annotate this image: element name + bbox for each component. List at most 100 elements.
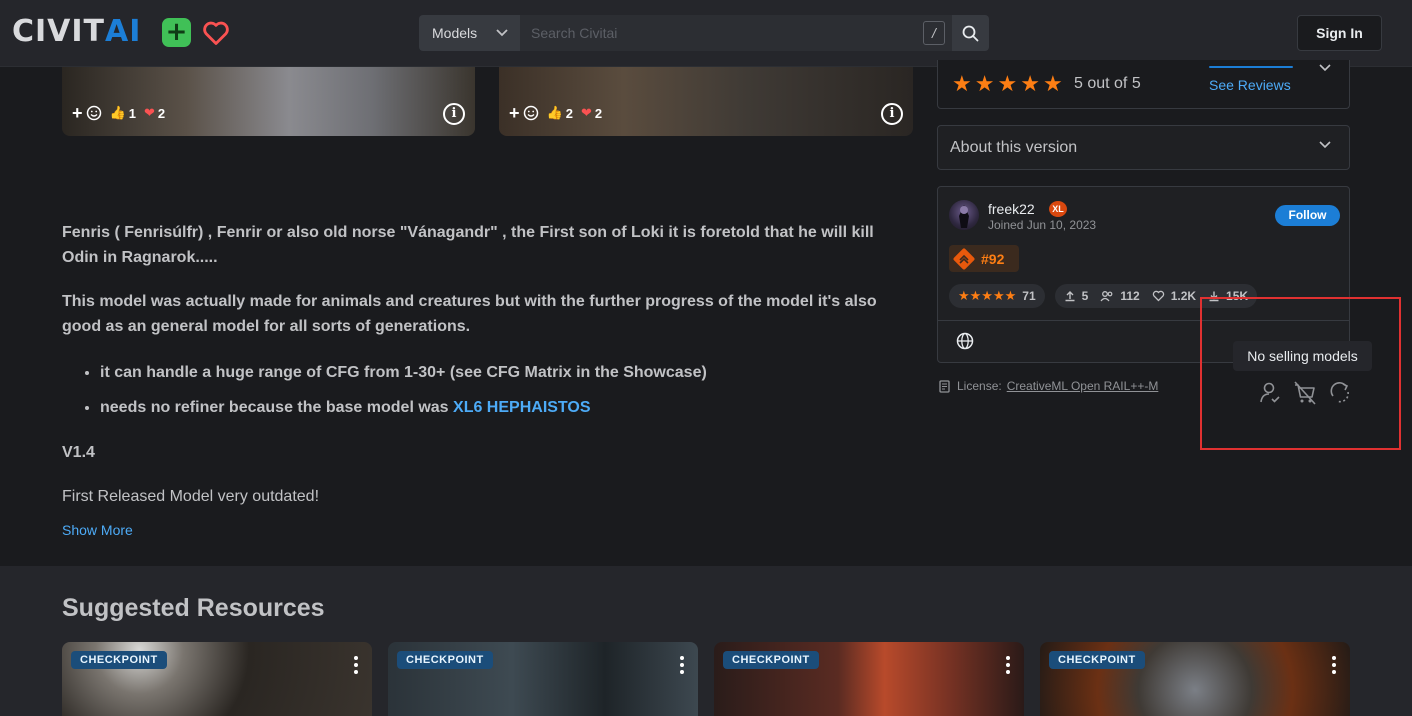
show-more-link[interactable]: Show More [62,522,133,538]
hephaistos-link[interactable]: XL6 HEPHAISTOS [453,399,591,416]
release-note: First Released Model very outdated! [62,488,320,505]
more-options-icon[interactable] [354,656,358,674]
section-title: Suggested Resources [62,594,325,622]
showcase-image-2[interactable]: + 👍 2 ❤ 2 i [499,67,913,136]
list-item-text: needs no refiner because the base model … [100,399,454,416]
creator-rank-badge: #92 [949,245,1019,272]
add-reaction-button[interactable]: + [509,103,539,124]
suggested-card[interactable]: CHECKPOINT [714,642,1024,716]
thumbs-up-icon: 👍 [546,105,563,120]
star-icon: ★ [952,71,972,96]
star-icon: ★ [974,71,995,96]
sign-in-button[interactable]: Sign In [1297,15,1382,51]
type-badge: CHECKPOINT [723,651,819,669]
chevron-down-icon[interactable] [1319,64,1331,72]
uploads-count: 5 [1081,289,1089,303]
xl-badge: XL [1049,201,1067,217]
see-reviews-link[interactable]: See Reviews [1209,77,1291,93]
like-reaction[interactable]: 👍 1 [110,105,136,121]
logo-text-ai: AI [105,14,142,49]
highlight-box [1200,297,1401,450]
suggested-card[interactable]: CHECKPOINT [388,642,698,716]
search-shortcut-key: / [923,21,945,45]
feature-list: it can handle a huge range of CFG from 1… [82,360,707,420]
suggested-card[interactable]: CHECKPOINT [1040,642,1350,716]
license-row: License: CreativeML Open RAIL++-M [938,379,1158,393]
globe-icon[interactable] [956,332,974,350]
list-item: it can handle a huge range of CFG from 1… [100,360,707,385]
avatar-image [959,205,969,228]
more-options-icon[interactable] [1332,656,1336,674]
star-icon: ★ [1020,71,1040,96]
star-icons: ★★★★★ [958,288,1017,303]
rating-count: 71 [1022,289,1036,303]
version-heading: V1.4 [62,444,95,461]
star-icon: ★ [997,71,1018,96]
heart-reaction[interactable]: ❤ 2 [581,105,602,121]
search-bar: Models / [419,15,989,51]
search-icon [962,25,979,41]
info-icon[interactable]: i [881,103,903,125]
users-icon [1100,291,1113,302]
search-input[interactable] [520,15,952,51]
heart-reaction[interactable]: ❤ 2 [144,105,165,121]
image-reactions: + 👍 1 ❤ 2 [72,101,165,125]
plus-icon: + [72,102,83,123]
heart-count: 2 [594,105,603,121]
type-badge: CHECKPOINT [71,651,167,669]
description-paragraph: This model was actually made for animals… [62,293,877,335]
chevron-down-icon [1319,141,1331,149]
suggested-card[interactable]: CHECKPOINT [62,642,372,716]
info-icon[interactable]: i [443,103,465,125]
creator-username[interactable]: freek22 [988,201,1035,217]
image-reactions: + 👍 2 ❤ 2 [509,101,602,125]
suggested-resources-section: Suggested Resources CHECKPOINT CHECKPOIN… [0,566,1412,716]
create-plus-button[interactable]: + [162,18,191,47]
heart-outline-icon [1152,290,1164,302]
plus-icon: + [165,17,188,47]
rating-stars: ★ ★ ★ ★ ★ [952,73,1063,95]
type-badge: CHECKPOINT [397,651,493,669]
like-count: 1 [128,105,136,121]
rank-text: #92 [981,250,1005,267]
smile-icon [86,105,101,121]
followers-count: 112 [1120,289,1140,303]
search-type-select[interactable]: Models [419,15,520,51]
description-paragraph: Fenris ( Fenrisúlfr) , Fenrir or also ol… [62,224,874,266]
smile-icon [523,105,538,121]
type-badge: CHECKPOINT [1049,651,1145,669]
about-version-label: About this version [950,139,1078,156]
showcase-image-1[interactable]: + 👍 1 ❤ 2 i [62,67,475,136]
follow-button[interactable]: Follow [1275,205,1340,226]
see-reviews-underline [1209,66,1293,68]
rank-icon [953,248,975,269]
thumbs-up-icon: 👍 [109,105,126,120]
rating-stat: ★★★★★ 71 [949,284,1045,308]
license-label: License: [957,379,1002,393]
more-options-icon[interactable] [680,656,684,674]
about-version-accordion[interactable]: About this version [937,125,1350,170]
more-options-icon[interactable] [1006,656,1010,674]
chevron-down-icon [496,29,508,37]
search-button[interactable] [952,15,989,51]
license-link[interactable]: CreativeML Open RAIL++-M [1007,379,1159,393]
red-heart-icon: ❤ [143,105,155,120]
star-icon: ★ [1042,71,1063,96]
license-icon [939,380,950,393]
heart-icon[interactable] [202,20,230,46]
upload-icon [1065,291,1075,302]
likes-count: 1.2K [1170,289,1197,303]
like-count: 2 [565,105,573,121]
heart-count: 2 [157,105,166,121]
red-heart-icon: ❤ [580,105,592,120]
creator-joined-date: Joined Jun 10, 2023 [988,218,1097,232]
add-reaction-button[interactable]: + [72,103,102,124]
avatar[interactable] [949,200,979,230]
rating-text: 5 out of 5 [1074,75,1141,92]
logo-text-civit: CIVIT [12,14,106,49]
top-header: CIVITAI + Models / Sign In [0,0,1412,67]
like-reaction[interactable]: 👍 2 [547,105,573,121]
list-item: needs no refiner because the base model … [100,395,707,420]
civitai-logo[interactable]: CIVIT AI [12,17,141,47]
reviews-card: ★ ★ ★ ★ ★ 5 out of 5 See Reviews [937,60,1350,109]
